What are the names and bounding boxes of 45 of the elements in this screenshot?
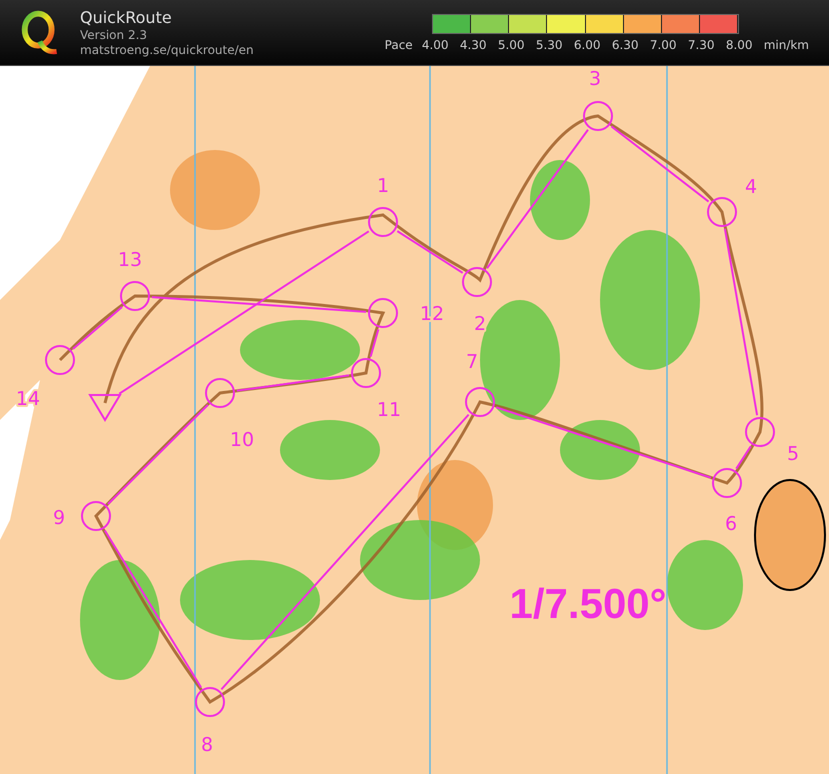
control-circle: [707, 197, 737, 227]
control-circle: [583, 101, 613, 131]
control-number: 6: [724, 513, 738, 535]
pace-unit: min/km: [764, 38, 809, 52]
pace-tick-label: 6.00: [572, 38, 602, 52]
control-circle: [745, 417, 775, 447]
pace-tick-label: 7.00: [648, 38, 678, 52]
control-circle: [205, 378, 235, 408]
control-number: 9: [52, 507, 66, 529]
control-circle: [351, 358, 381, 388]
app-title: QuickRoute: [80, 8, 173, 28]
pace-tick-label: 7.30: [686, 38, 716, 52]
version-text: Version 2.3: [80, 28, 148, 42]
control-circle: [368, 298, 398, 328]
pace-tick-label: 8.00: [724, 38, 754, 52]
website-link[interactable]: matstroeng.se/quickroute/en: [80, 42, 254, 58]
pace-tick-label: 5.00: [496, 38, 526, 52]
pace-tick-label: 5.30: [534, 38, 564, 52]
control-circle: [195, 687, 225, 717]
control-number: 3: [588, 68, 602, 90]
control-number: 5: [786, 443, 800, 465]
control-circle: [120, 281, 150, 311]
course-line: [396, 230, 464, 274]
pace-label: Pace: [384, 38, 413, 52]
pace-tick-label: 4.30: [458, 38, 488, 52]
control-number: 13: [118, 249, 142, 271]
course-line: [735, 446, 752, 470]
control-circle: [368, 207, 398, 237]
map-scale-text: 1/7.500°: [510, 580, 666, 627]
control-circle: [465, 387, 495, 417]
control-number: 8: [200, 734, 214, 756]
start-triangle: [88, 394, 122, 422]
control-number: 14: [16, 388, 40, 410]
control-number: 10: [230, 429, 254, 451]
control-number: 1: [376, 175, 390, 197]
control-number: 11: [376, 399, 402, 421]
control-circle: [81, 501, 111, 531]
control-circle: [712, 468, 742, 498]
control-number: 2: [474, 313, 486, 335]
pace-tick-label: 4.00: [420, 38, 450, 52]
control-circle: [462, 267, 492, 297]
control-circle: [45, 345, 75, 375]
control-number: 7: [466, 351, 478, 373]
control-number: 4: [744, 176, 758, 198]
pace-tick-label: 6.30: [610, 38, 640, 52]
